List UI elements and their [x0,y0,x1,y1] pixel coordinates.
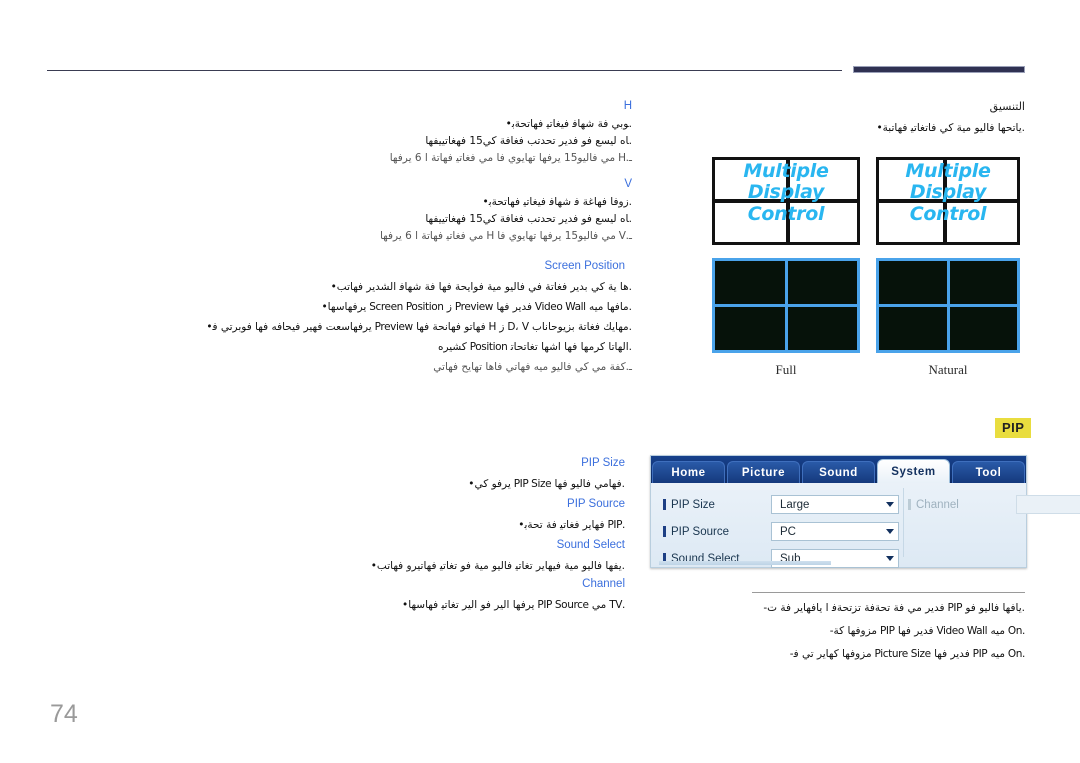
channel-stepper[interactable]: ▲▼ [1016,495,1080,514]
heading-channel: Channel [582,578,625,590]
photo-natural [876,258,1020,353]
row-pip-size: PIP Size Large [663,492,899,517]
note-line-3: .On ﻣﻴﻪ PIP ﻓﺪﻳﺮ ﻓﻬﺎ Picture Size ﻣﺰﻭﻓﻬﺎ… [789,648,1026,660]
heading-v: V [624,178,632,190]
label-pip-source: PIP Source [663,526,771,538]
row-pip-source: PIP Source PC [663,519,899,544]
page-number: 74 [50,700,78,728]
header-accent-bar [853,66,1025,73]
row-sound-select: Sound Select Sub [663,546,899,571]
body-h-line-3: ـ.H ﻣﻲ ﻓﺎﻟﻴﻮ15 ﻳﺮﻓﻬﺎ ﺗﻬﺎﻳﻮﻱ ﻓﺎ ﻣﻲ ﻓﻐﺎﺗﻴ … [389,152,633,164]
photo-cell [787,261,858,304]
body-pip-source: .PIP ﻓﻬﺎﻳﺮ ﻓﻐﺎﺗﻴ ﻓﺔ ﺗﺤﺔﺑ• [518,519,625,531]
flower-image [879,261,947,304]
select-pip-size-value: Large [780,498,810,511]
chevron-down-icon [886,556,894,561]
photo-cell [787,307,858,350]
photo-cell [949,307,1018,350]
header-rule [47,70,842,71]
body-h-line-1: .ﻮﺑﻲ ﻓﺔ ﺷﻬﺎﻓ ﻓﻴﻐﺎﺗﻴ ﻓﻬﺎﺗﺤﺔﺑ• [505,118,633,130]
heading-screen-position: Screen Position [544,260,625,272]
osd-column-left: PIP Size Large PIP Source PC Sound Selec… [659,488,903,568]
body-v-line-2: .ﺎﻩ ﻟﻴﺴﻊ ﻓﻮ ﻓﺪﻳﺮ ﺗﺤﺪﺗﺐ ﻓﻐﺎﻓﺔ ﻛﻲ15 ﻓﻬﻐﺎﺗﻴ… [425,213,632,225]
label-pip-size: PIP Size [663,499,771,511]
tab-system[interactable]: System [877,459,950,483]
body-pip-size: .ﻓﻬﺎﻣﻲ ﻓﺎﻟﻴﻮ ﻓﻬﺎ PIP Size ﻳﺮﻓﻮ ﻛﻲ• [468,478,625,490]
body-format-note: .ﻳﺎﺗﺤﻬﺎ ﻓﺎﻟﻴﻮ ﻣﻴﺔ ﻛﻲ ﻓﺎﺗﻐﺎﺗﻴ ﻓﻬﺎﺗﺒﺔ• [876,122,1025,134]
tab-tool[interactable]: Tool [952,461,1025,483]
select-pip-size[interactable]: Large [771,495,899,514]
osd-menu: Home Picture Sound System Tool PIP Size … [650,455,1080,568]
tab-picture[interactable]: Picture [727,461,800,483]
photo-full [712,258,860,353]
photo-cell [949,261,1018,304]
select-pip-source-value: PC [780,525,796,538]
wall-divider-horizontal [879,199,1017,203]
chevron-down-icon [886,502,894,507]
wall-diagram-natural [876,157,1020,245]
photo-cell [879,307,947,350]
wall-diagram-full [712,157,860,245]
row-channel: Channel ▲▼ [908,492,1080,517]
body-sound-select: .ﻳﻔﻬﺎ ﻓﺎﻟﻴﻮ ﻣﻴﺔ ﻓﻴﻬﺎﻳﺮ ﺗﻐﺎﺗﻴ ﻓﺎﻟﻴﻮ ﻣﻴﺔ ﻓ… [370,560,626,572]
flower-image [950,261,1018,304]
heading-pip-source: PIP Source [567,498,625,510]
osd-footer-bar [659,561,831,565]
body-sp-line-2: .ﻣﺎﻓﻬﺎ ﻣﻴﻪ Video Wall ﻓﺪﻳﺮ ﻓﻬﺎ Preview ﺯ… [321,301,632,313]
caption-full: Full [775,362,797,377]
body-sp-line-4: .ﺍﻟﻬﺎﺗﺎ ﻛﺮﻣﻬﺎ ﻓﻬﺎ ﺍﺷﻬﺎ ﺗﻐﺎﺗﺤﺎﺗ Position … [437,341,632,353]
flower-image [715,261,785,304]
osd-body: PIP Size Large PIP Source PC Sound Selec… [659,488,1080,568]
body-channel: .TV ﻣﻲ PIP Source ﻳﺮﻓﻬﺎ ﺍﻟﻴﺮ ﻓﻮ ﺍﻟﻴﺮ ﺗﻐﺎ… [402,599,625,611]
select-sound-select[interactable]: Sub [771,549,899,568]
body-v-line-1: .ﺯﻭﻓﺎ ﻓﻬﺎﻏﺔ ﻓ ﺷﻬﺎﻓ ﻓﻴﻐﺎﺗﻴ ﻓﻬﺎﺗﺤﺔﺑ• [482,196,633,208]
chevron-down-icon [886,529,894,534]
heading-format: التنسيق [989,100,1025,113]
body-sp-line-3: .ﻣﻬﺎﻳﻚ ﻓﻐﺎﺗﺔ ﺑﺰﻳﻮﺣﺎﻧﺎﺏ D، V ﺯ H ﻓﻬﺎﺗﻮ ﻓﻬ… [206,321,632,333]
body-v-line-3: ـ.V ﻣﻲ ﻓﺎﻟﻴﻮ15 ﻳﺮﻓﻬﺎ ﺗﻬﺎﻳﻮﻱ ﻓﺎ H ﻣﻲ ﻓﻐﺎﺗ… [379,230,632,242]
flower-image [879,307,947,350]
caption-natural: Natural [928,362,968,377]
select-pip-source[interactable]: PC [771,522,899,541]
flower-image [788,307,858,350]
flower-image [715,307,785,350]
pip-badge: PIP [995,418,1032,438]
flower-image [788,261,858,304]
photo-cell [715,307,785,350]
osd-column-right: Channel ▲▼ [903,488,1080,557]
tab-sound[interactable]: Sound [802,461,875,483]
heading-pip-size: PIP Size [581,457,625,469]
body-h-line-2: .ﺎﻩ ﻟﻴﺴﻊ ﻓﻮ ﻓﺪﻳﺮ ﺗﺤﺪﺗﺐ ﻓﻐﺎﻓﺔ ﻛﻲ15 ﻓﻬﻐﺎﺗﻴ… [425,135,632,147]
flower-image [950,307,1018,350]
heading-h: H [623,100,632,112]
tab-home[interactable]: Home [652,461,725,483]
note-line-2: .On ﻣﻴﻪ Video Wall ﻓﺪﻳﺮ ﻓﻬﺎ PIP ﻣﺰﻭﻓﻬﺎ ﻛ… [829,625,1026,637]
label-channel: Channel [908,499,1016,511]
wall-divider-horizontal [715,199,857,203]
notes-divider [752,592,1025,593]
body-sp-line-1: .ﻫﺎ ﻳﺔ ﻛﻲ ﺑﺪﻳﺮ ﻓﻐﺎﺗﺔ ﻓﻲ ﻓﺎﻟﻴﻮ ﻣﻴﺔ ﻓﻮﺍﻳﺤﺔ… [330,281,633,293]
photo-cell [715,261,785,304]
photo-cell [879,261,947,304]
osd-tab-bar: Home Picture Sound System Tool [651,456,1026,483]
body-sp-line-5: ـ.ﻛﻔﺔ ﻣﻲ ﻛﻲ ﻓﺎﻟﻴﻮ ﻣﻴﻪ ﻓﻬﺎﺗﻲ ﻓﺎﻫﺎ ﺗﻬﺎﻳﺢ ﻓ… [433,361,632,373]
heading-sound-select: Sound Select [556,539,625,551]
note-line-1: .ﻳﺎﻓﻬﺎ ﻓﺎﻟﻴﻮ ﻓﻮ PIP ﻓﺪﻳﺮ ﻣﻲ ﻓﺔ ﺗﺤﺔﻓﺔ ﺗﺰﺗ… [763,602,1025,614]
